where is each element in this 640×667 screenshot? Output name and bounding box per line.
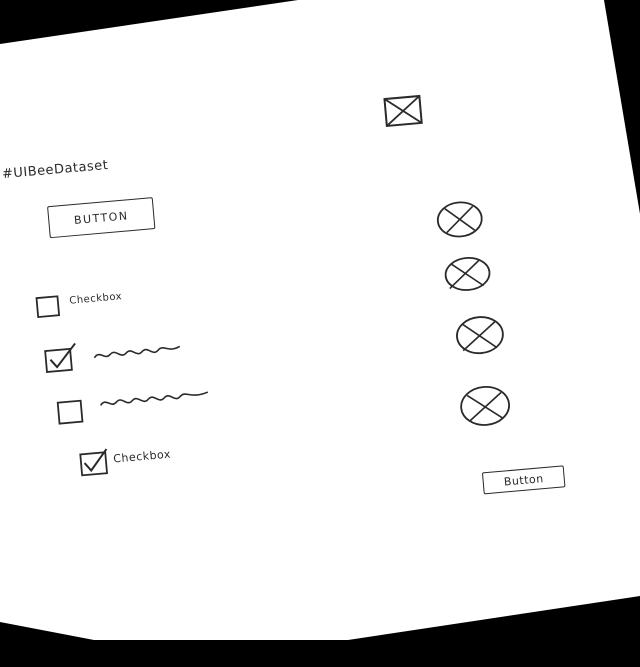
primary-button-label: BUTTON: [73, 208, 130, 227]
radio-x-icon[interactable]: [456, 382, 514, 431]
secondary-button-label: Button: [503, 471, 545, 489]
checkbox-label: Checkbox: [112, 447, 172, 466]
checkbox-checked-icon[interactable]: [78, 445, 112, 478]
radio-x-icon[interactable]: [434, 198, 485, 240]
checkbox-row-1[interactable]: Checkbox: [35, 280, 187, 323]
squiggle-label-placeholder: [93, 345, 181, 359]
primary-button[interactable]: BUTTON: [47, 197, 156, 239]
checkbox-row-4[interactable]: Checkbox: [78, 434, 230, 479]
dataset-watermark: #UIBeeDataset: [1, 157, 109, 183]
image-placeholder-icon: [383, 94, 423, 128]
checkbox-label: Checkbox: [68, 291, 123, 307]
radio-x-icon[interactable]: [441, 253, 494, 295]
squiggle-label-placeholder: [99, 391, 209, 406]
wireframe-sketch: #UIBeeDataset BUTTON Checkbox Checkbox B…: [0, 0, 640, 667]
secondary-button[interactable]: Button: [481, 465, 566, 495]
checkbox-unchecked-icon[interactable]: [35, 295, 61, 319]
checkbox-row-2[interactable]: [43, 329, 215, 376]
checkbox-row-3[interactable]: [56, 380, 238, 428]
checkbox-checked-icon[interactable]: [43, 341, 79, 374]
checkbox-unchecked-icon[interactable]: [56, 399, 84, 425]
radio-x-icon[interactable]: [452, 312, 507, 358]
